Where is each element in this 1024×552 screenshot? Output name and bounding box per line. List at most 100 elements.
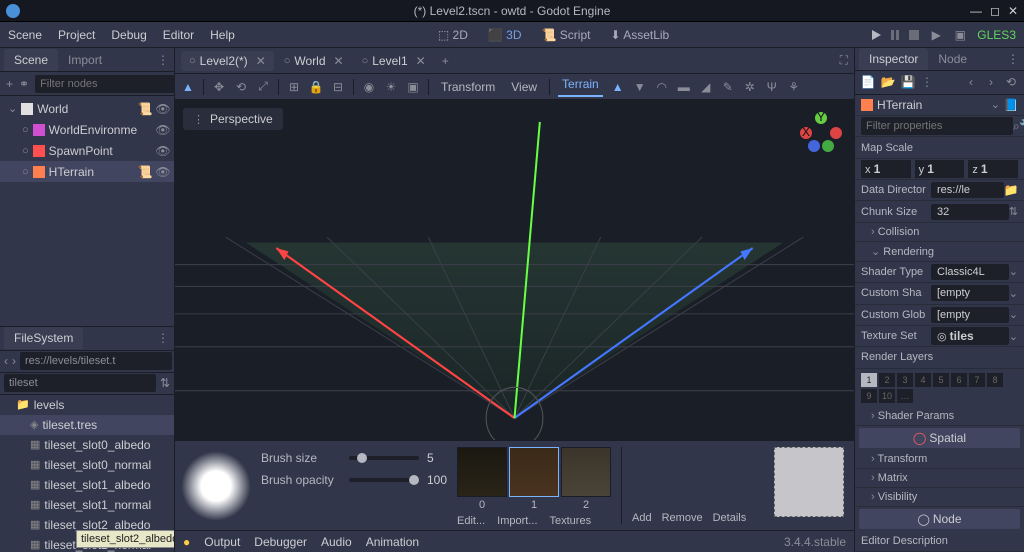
scene-tab[interactable]: ○World✕ bbox=[276, 51, 352, 71]
render-layers[interactable]: 12345 678910… bbox=[855, 369, 1024, 407]
terrain-flatten-icon[interactable]: ▬ bbox=[677, 80, 691, 94]
terrain-raise-icon[interactable]: ▲ bbox=[611, 80, 625, 94]
brush-size-slider[interactable] bbox=[349, 456, 419, 460]
import-texture-button[interactable]: Import... bbox=[497, 515, 537, 527]
pause-button[interactable] bbox=[891, 30, 899, 40]
tab-inspector[interactable]: Inspector bbox=[859, 48, 928, 70]
filesystem-tree[interactable]: 📁levels◈tileset.tres▦tileset_slot0_albed… bbox=[0, 395, 174, 552]
scene-tree[interactable]: ⌄World📜👁○WorldEnvironme👁○SpawnPoint👁○HTe… bbox=[0, 96, 174, 326]
shader-type-value[interactable]: Classic4L bbox=[931, 264, 1009, 280]
debugger-tab[interactable]: Debugger bbox=[254, 535, 307, 549]
back-button[interactable]: ‹ bbox=[4, 354, 8, 368]
folder-icon[interactable]: 📁 bbox=[1004, 183, 1018, 197]
lock-icon[interactable]: 🔒 bbox=[309, 80, 323, 94]
add-node-button[interactable]: + bbox=[6, 77, 13, 91]
workspace-assetlib[interactable]: ⬇ AssetLib bbox=[604, 25, 675, 45]
shader-params-section[interactable]: Shader Params bbox=[855, 407, 1024, 426]
visibility-icon[interactable]: 👁 bbox=[156, 165, 170, 179]
dock-menu-icon[interactable]: ⋮ bbox=[157, 331, 170, 345]
history-fwd-icon[interactable]: › bbox=[984, 75, 998, 89]
tree-node[interactable]: ⌄World📜👁 bbox=[0, 98, 174, 119]
fs-item[interactable]: 📁levels bbox=[0, 395, 174, 415]
terrain-holes-icon[interactable]: Ψ bbox=[765, 80, 779, 94]
load-res-icon[interactable]: 📂 bbox=[881, 75, 895, 89]
terrain-grass-icon[interactable]: ⚘ bbox=[787, 80, 801, 94]
cam-icon[interactable]: ▣ bbox=[406, 80, 420, 94]
texture-set-value[interactable]: ◎ tiles bbox=[931, 327, 1009, 345]
remove-button[interactable]: Remove bbox=[662, 512, 703, 524]
rotate-tool[interactable]: ⟲ bbox=[234, 80, 248, 94]
link-button[interactable]: ⚭ bbox=[19, 77, 29, 91]
visibility-icon[interactable]: 👁 bbox=[156, 102, 170, 116]
texture-slot-2[interactable] bbox=[561, 447, 611, 497]
fs-item[interactable]: ◈tileset.tres bbox=[0, 415, 174, 435]
doc-icon[interactable]: 📘 bbox=[1004, 98, 1018, 112]
data-dir-value[interactable]: res://le bbox=[931, 182, 1004, 198]
matrix-section[interactable]: Matrix bbox=[855, 469, 1024, 488]
close-tab-icon[interactable]: ✕ bbox=[416, 54, 426, 68]
workspace-2d[interactable]: ⬚ 2D bbox=[432, 25, 474, 45]
collision-section[interactable]: Collision bbox=[855, 223, 1024, 242]
animation-tab[interactable]: Animation bbox=[366, 535, 419, 549]
save-res-icon[interactable]: 💾 bbox=[901, 75, 915, 89]
menu-editor[interactable]: Editor bbox=[163, 28, 194, 42]
scene-tab[interactable]: ○Level1✕ bbox=[354, 51, 434, 71]
filter-nodes-input[interactable] bbox=[35, 75, 187, 93]
menu-help[interactable]: Help bbox=[210, 28, 235, 42]
move-tool[interactable]: ✥ bbox=[212, 80, 226, 94]
terrain-lower-icon[interactable]: ▼ bbox=[633, 80, 647, 94]
audio-tab[interactable]: Audio bbox=[321, 535, 352, 549]
texture-slot-0[interactable] bbox=[457, 447, 507, 497]
transform-menu[interactable]: Transform bbox=[437, 80, 499, 94]
close-icon[interactable]: ✕ bbox=[1008, 4, 1018, 18]
path-input[interactable] bbox=[20, 352, 172, 370]
fs-item[interactable]: ▦tileset_slot1_normal bbox=[0, 495, 174, 515]
chunk-size-value[interactable]: 32 bbox=[931, 204, 1009, 220]
play-scene-button[interactable]: ▶ bbox=[929, 28, 943, 42]
visibility-section[interactable]: Visibility bbox=[855, 488, 1024, 507]
object-name[interactable]: HTerrain bbox=[877, 98, 991, 112]
filter-icon[interactable]: ⇅ bbox=[160, 376, 170, 390]
filter-properties-input[interactable] bbox=[861, 117, 1013, 135]
visibility-icon[interactable]: 👁 bbox=[156, 144, 170, 158]
tab-filesystem[interactable]: FileSystem bbox=[4, 327, 83, 349]
workspace-3d[interactable]: ⬛ 3D bbox=[482, 25, 528, 45]
dock-menu-icon[interactable]: ⋮ bbox=[1007, 52, 1020, 66]
workspace-script[interactable]: 📜 Script bbox=[536, 25, 597, 45]
fs-item[interactable]: ▦tileset_slot0_normal bbox=[0, 455, 174, 475]
output-tab[interactable]: Output bbox=[204, 535, 240, 549]
menu-debug[interactable]: Debug bbox=[111, 28, 146, 42]
tree-node[interactable]: ○WorldEnvironme👁 bbox=[0, 119, 174, 140]
terrain-color-icon[interactable]: ✎ bbox=[721, 80, 735, 94]
rendering-section[interactable]: Rendering bbox=[855, 242, 1024, 262]
terrain-detail-icon[interactable]: ✲ bbox=[743, 80, 757, 94]
maximize-icon[interactable]: ◻ bbox=[990, 4, 1000, 18]
menu-scene[interactable]: Scene bbox=[8, 28, 42, 42]
3d-viewport[interactable]: ⋮Perspective Y X bbox=[175, 100, 854, 440]
add-button[interactable]: Add bbox=[632, 512, 652, 524]
tab-import[interactable]: Import bbox=[58, 49, 112, 71]
tab-node[interactable]: Node bbox=[928, 48, 977, 70]
group-icon[interactable]: ⊟ bbox=[331, 80, 345, 94]
new-scene-button[interactable]: + bbox=[442, 54, 449, 68]
view-menu[interactable]: View bbox=[507, 80, 541, 94]
stop-button[interactable] bbox=[909, 30, 919, 40]
script-icon[interactable]: 📜 bbox=[138, 102, 152, 116]
terrain-label[interactable]: Terrain bbox=[558, 77, 603, 97]
sun-icon[interactable]: ☀ bbox=[384, 80, 398, 94]
select-tool[interactable]: ▲ bbox=[181, 80, 195, 94]
close-tab-icon[interactable]: ✕ bbox=[256, 54, 266, 68]
tools-icon[interactable]: 🔧 bbox=[1020, 119, 1024, 133]
minimize-icon[interactable]: — bbox=[970, 4, 982, 18]
tree-node[interactable]: ○SpawnPoint👁 bbox=[0, 140, 174, 161]
history-back-icon[interactable]: ‹ bbox=[964, 75, 978, 89]
perspective-button[interactable]: ⋮Perspective bbox=[183, 108, 283, 130]
visibility-icon[interactable]: 👁 bbox=[156, 123, 170, 137]
orientation-gizmo[interactable]: Y X bbox=[796, 108, 846, 158]
env-icon[interactable]: ◉ bbox=[362, 80, 376, 94]
fs-filter-input[interactable] bbox=[4, 374, 156, 392]
play-custom-button[interactable]: ▣ bbox=[953, 28, 967, 42]
texture-slot-1[interactable] bbox=[509, 447, 559, 497]
textures-button[interactable]: Textures bbox=[550, 515, 592, 527]
fwd-button[interactable]: › bbox=[12, 354, 16, 368]
